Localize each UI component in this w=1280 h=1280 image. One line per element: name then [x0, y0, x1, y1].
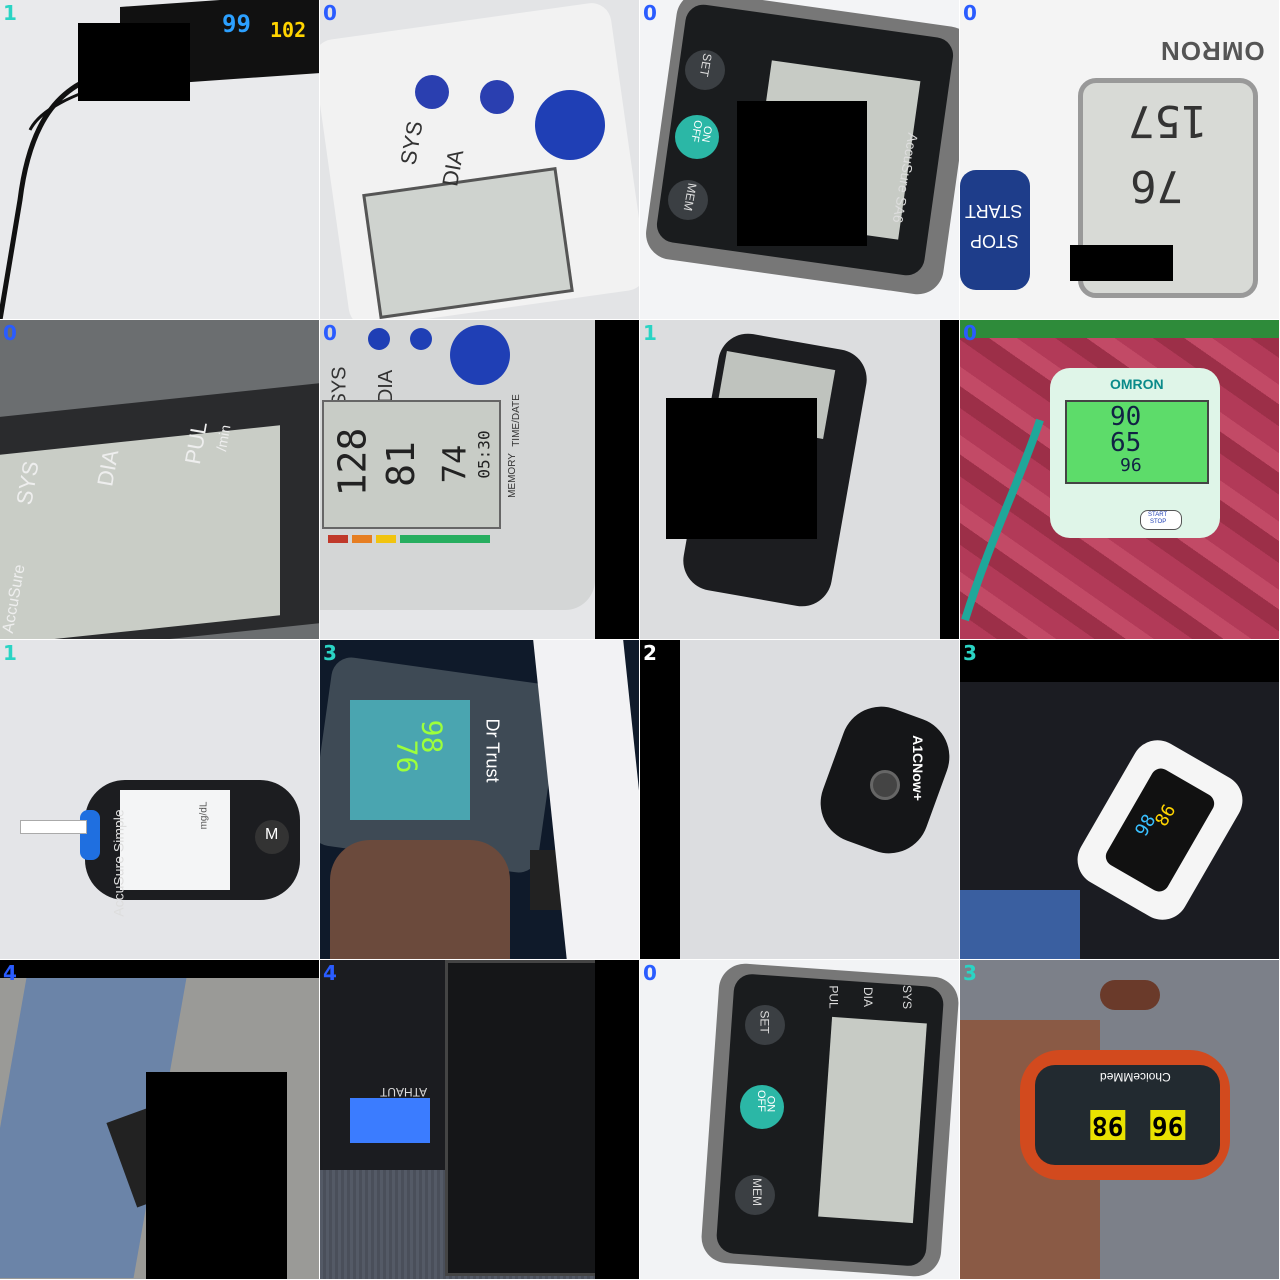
- tile-label: 3: [963, 641, 977, 665]
- tile-5: SYS DIA PUL /min AccuSure 0: [0, 320, 320, 640]
- cuff-tube: [961, 418, 1044, 622]
- dia-label: DIA: [375, 369, 398, 404]
- tile-label: 4: [3, 961, 17, 985]
- dia-label: DIA: [861, 986, 876, 1008]
- mgdl-label: mg/dL: [198, 801, 210, 830]
- image-grid: 99 102 1 SYS DIA 0 SET OFF ON MEM AccuSu…: [0, 0, 1280, 1280]
- tile-label: 0: [643, 1, 657, 25]
- tile-label: 0: [3, 321, 17, 345]
- tile-11: A1CNow+ 2: [640, 640, 960, 960]
- mem-label: MEM: [750, 1178, 764, 1206]
- start-label: START: [965, 201, 1023, 221]
- tile-label: 2: [643, 641, 657, 665]
- right-pad: [595, 960, 639, 1279]
- tile-label: 0: [963, 1, 977, 25]
- redaction-box: [1070, 245, 1173, 281]
- tile-label: 3: [323, 641, 337, 665]
- tile-2: SYS DIA 0: [320, 0, 640, 320]
- sys-label: SYS: [900, 984, 915, 1010]
- redaction-box: [78, 23, 190, 101]
- omron-logo: OMRON: [1160, 36, 1265, 66]
- a1cnow-label: A1CNow+: [909, 735, 926, 801]
- tile-label: 0: [643, 961, 657, 985]
- tile-15: SET OFF ON MEM SYS DIA PUL 0: [640, 960, 960, 1280]
- tile-9: mg/dL AccuSure Simple M 1: [0, 640, 320, 960]
- brand-label: AccuSure Simple: [110, 809, 127, 917]
- time-reading: 05:30: [474, 430, 494, 479]
- tile-16: ChoiceMMed 96 98 3: [960, 960, 1280, 1280]
- memory-label: MEMORY: [506, 453, 518, 498]
- set-button-label: SET: [757, 1010, 772, 1034]
- right-pad: [595, 320, 639, 639]
- tile-8: OMRON 90 65 96 START STOP 0: [960, 320, 1280, 640]
- tile-label: 0: [963, 321, 977, 345]
- on-label: ON: [764, 1095, 777, 1113]
- tile-4: OMRON 157 76 START STOP 0: [960, 0, 1280, 320]
- brand-label: ATHAUT: [380, 1085, 428, 1099]
- tile-14: ATHAUT 4: [320, 960, 640, 1280]
- tile-13: 4: [0, 960, 320, 1280]
- tile-label: 1: [643, 321, 657, 345]
- tile-label: 4: [323, 961, 337, 985]
- sys-reading: 157: [1128, 95, 1208, 146]
- tile-6: SYS DIA 128 81 74 05:30 MEMORY TIME/DATE…: [320, 320, 640, 640]
- top-pad: [960, 640, 1279, 682]
- dia-reading: 76: [1130, 160, 1183, 211]
- tile-label: 3: [963, 961, 977, 985]
- time-date-label: TIME/DATE: [510, 394, 522, 447]
- brand-label: Dr Trust: [482, 718, 503, 783]
- right-pad: [940, 320, 959, 639]
- redaction-box: [666, 398, 817, 539]
- pr-reading: 98: [1090, 1110, 1126, 1140]
- dia-reading: 81: [378, 441, 423, 487]
- tile-label: 1: [3, 641, 17, 665]
- tile-label: 0: [323, 1, 337, 25]
- tile-label: 0: [323, 321, 337, 345]
- top-pad: [0, 960, 319, 978]
- tile-12: 98 86 3: [960, 640, 1280, 960]
- left-pad: [640, 640, 680, 959]
- pul-label: PUL: [826, 985, 841, 1009]
- pr-reading: 76: [390, 739, 424, 774]
- redaction-box: [146, 1072, 287, 1279]
- stop-label: STOP: [970, 231, 1019, 251]
- redaction-box: [737, 101, 867, 246]
- pulse-reading: 74: [435, 444, 474, 484]
- tile-7: 1: [640, 320, 960, 640]
- tile-1: 99 102 1: [0, 0, 320, 320]
- tile-3: SET OFF ON MEM AccuSure SA6 0: [640, 0, 960, 320]
- tile-label: 1: [3, 1, 17, 25]
- tile-10: 98 76 Dr Trust 3: [320, 640, 640, 960]
- m-button-label: M: [265, 826, 279, 843]
- spo2-reading: 96: [1150, 1110, 1186, 1140]
- sys-reading: 128: [330, 427, 375, 497]
- brand-label: ChoiceMMed: [1100, 1070, 1171, 1084]
